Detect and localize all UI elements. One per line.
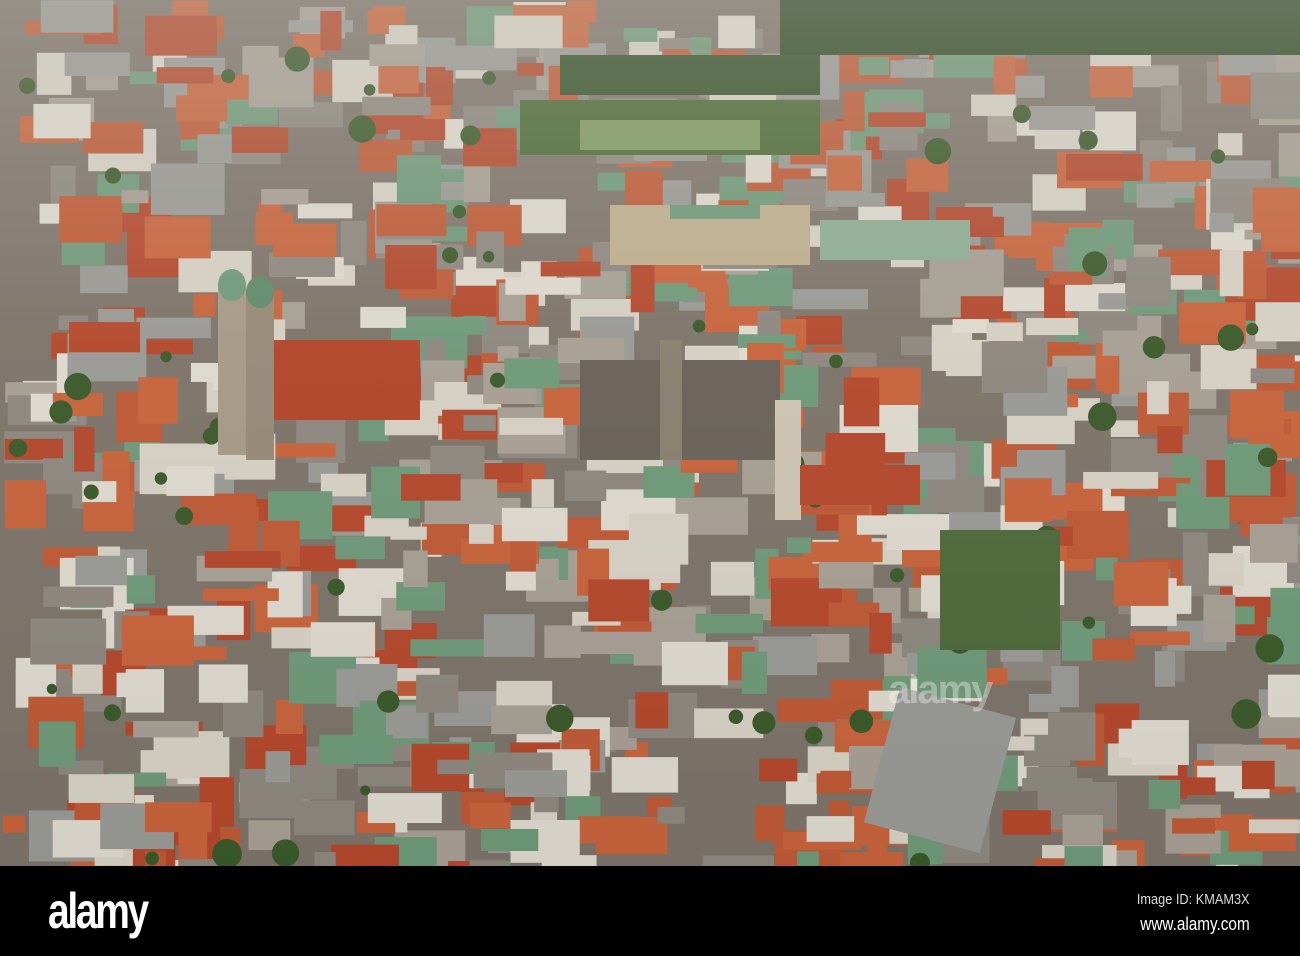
footer-bar: alamy Image ID: KMAM3X www.alamy.com [0, 866, 1300, 956]
image-id: Image ID: KMAM3X [1137, 891, 1250, 908]
watermark-logo: alamy [888, 668, 993, 712]
alamy-logo: alamy [48, 883, 149, 939]
aerial-city-photo [0, 0, 1300, 866]
site-url[interactable]: www.alamy.com [1141, 914, 1250, 935]
